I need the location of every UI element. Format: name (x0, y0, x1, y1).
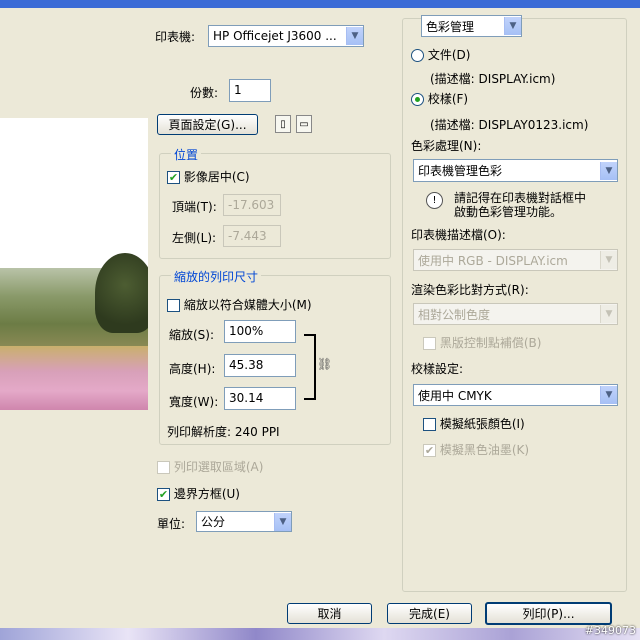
left-input[interactable]: -7.443 (223, 225, 281, 247)
chevron-down-icon: ▼ (600, 161, 617, 180)
title-bar-strip (0, 0, 640, 8)
simulate-paper-color-label: 模擬紙張顏色(I) (439, 417, 525, 431)
checkbox-icon: ✔ (423, 444, 436, 457)
copies-label: 份數: (190, 86, 219, 100)
units-label: 單位: (157, 517, 186, 531)
scale-to-fit-label: 縮放以符合媒體大小(M) (183, 298, 312, 312)
simulate-paper-color-checkbox[interactable]: 模擬紙張顏色(I) (423, 415, 525, 432)
page-setup-button[interactable]: 頁面設定(G)... (157, 114, 258, 135)
proof-radio-label: 校樣(F) (427, 92, 469, 106)
left-label: 左側(L): (172, 231, 217, 245)
print-selected-area-label: 列印選取區域(A) (173, 460, 264, 474)
radio-icon (411, 93, 424, 106)
chevron-down-icon: ▼ (504, 17, 521, 35)
checkbox-icon: ✔ (157, 488, 170, 501)
print-preview-image (0, 118, 148, 410)
color-handling-label: 色彩處理(N): (411, 139, 482, 153)
top-input[interactable]: -17.603 (223, 194, 281, 216)
scale-to-fit-checkbox[interactable]: 縮放以符合媒體大小(M) (167, 296, 312, 313)
height-label: 高度(H): (169, 362, 216, 376)
black-point-compensation-checkbox[interactable]: 黑版控制點補償(B) (423, 334, 541, 351)
done-button[interactable]: 完成(E) (387, 603, 472, 624)
chevron-down-icon: ▼ (600, 386, 617, 404)
simulate-black-ink-label: 模擬黑色油墨(K) (439, 443, 530, 457)
printer-profile-label: 印表機描述檔(O): (411, 228, 506, 242)
link-bracket (304, 334, 316, 400)
chevron-down-icon: ▼ (600, 251, 617, 269)
simulate-black-ink-checkbox[interactable]: ✔ 模擬黑色油墨(K) (423, 441, 529, 458)
watermark: #349073 (584, 624, 636, 637)
chevron-down-icon: ▼ (346, 27, 363, 45)
print-resolution: 列印解析度: 240 PPI (167, 425, 280, 439)
chevron-down-icon: ▼ (274, 512, 291, 531)
printer-select[interactable]: HP Officejet J3600 ... ▼ (208, 25, 364, 47)
printer-profile-select[interactable]: 使用中 RGB - DISPLAY.icm ▼ (413, 249, 618, 271)
print-selected-area-checkbox[interactable]: 列印選取區域(A) (157, 458, 263, 475)
units-select[interactable]: 公分 ▼ (196, 511, 292, 532)
radio-icon (411, 49, 424, 62)
document-radio[interactable]: 文件(D) (411, 46, 470, 63)
scale-label: 縮放(S): (169, 328, 215, 342)
width-input[interactable]: 30.14 (224, 387, 296, 410)
proof-radio[interactable]: 校樣(F) (411, 90, 468, 107)
width-label: 寬度(W): (169, 395, 219, 409)
proof-profile: (描述檔: DISPLAY0123.icm) (430, 118, 589, 132)
black-point-compensation-label: 黑版控制點補償(B) (439, 336, 542, 350)
center-image-label: 影像居中(C) (183, 170, 250, 184)
center-image-checkbox[interactable]: ✔ 影像居中(C) (167, 168, 250, 185)
document-radio-label: 文件(D) (427, 48, 471, 62)
checkbox-icon (423, 418, 436, 431)
info-icon: ! (426, 192, 443, 209)
checkbox-icon: ✔ (167, 171, 180, 184)
checkbox-icon (423, 337, 436, 350)
document-profile: (描述檔: DISPLAY.icm) (430, 72, 556, 86)
note-line-2: 啟動色彩管理功能。 (454, 205, 563, 219)
copies-input[interactable]: 1 (229, 79, 271, 102)
proof-setup-select[interactable]: 使用中 CMYK ▼ (413, 384, 618, 406)
rendering-intent-select[interactable]: 相對公制色度 ▼ (413, 303, 618, 325)
checkbox-icon (167, 299, 180, 312)
print-button[interactable]: 列印(P)... (485, 602, 612, 625)
chevron-down-icon: ▼ (600, 305, 617, 323)
color-management-mode-select[interactable]: 色彩管理 ▼ (421, 15, 522, 37)
scaled-size-group-title: 縮放的列印尺寸 (171, 268, 262, 285)
link-chain-icon[interactable]: ⛓ (317, 357, 332, 373)
checkbox-icon (157, 461, 170, 474)
height-input[interactable]: 45.38 (224, 354, 296, 377)
color-handling-select[interactable]: 印表機管理色彩 ▼ (413, 159, 618, 182)
cancel-button[interactable]: 取消 (287, 603, 372, 624)
scale-input[interactable]: 100% (224, 320, 296, 343)
background-strip (0, 628, 640, 640)
rendering-intent-label: 渲染色彩比對方式(R): (411, 283, 529, 297)
position-group-title: 位置 (171, 146, 202, 163)
proof-setup-label: 校樣設定: (411, 362, 464, 376)
top-label: 頂端(T): (172, 200, 217, 214)
bounding-box-checkbox[interactable]: ✔ 邊界方框(U) (157, 485, 240, 502)
bounding-box-label: 邊界方框(U) (173, 487, 240, 501)
printer-label: 印表機: (155, 30, 196, 44)
orientation-landscape-icon[interactable]: ▭ (296, 115, 312, 133)
orientation-portrait-icon[interactable]: ▯ (275, 115, 291, 133)
